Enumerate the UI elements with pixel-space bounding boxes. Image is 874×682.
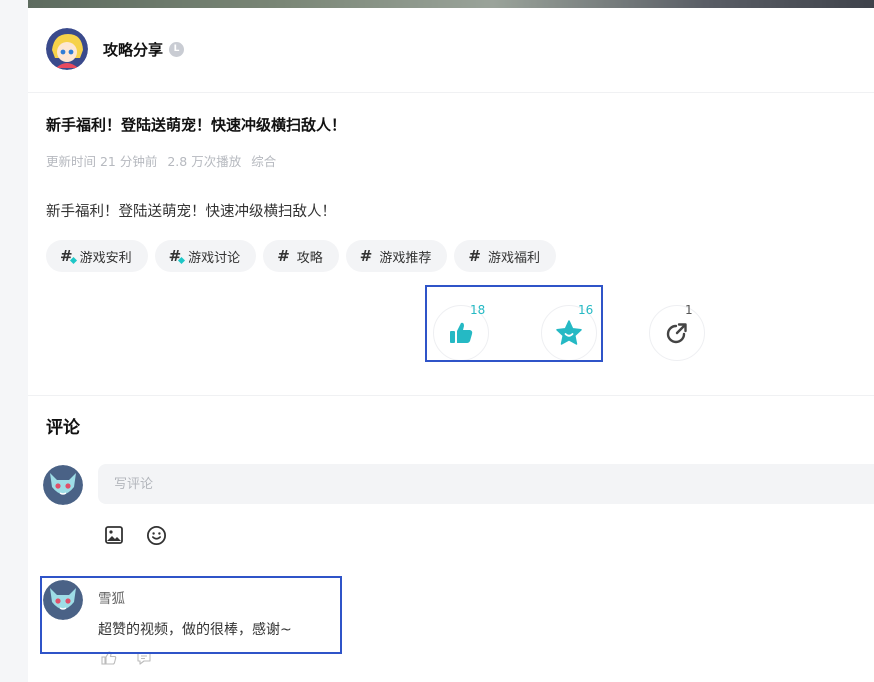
author-name[interactable]: 攻略分享: [103, 39, 163, 60]
post-detail-page: 攻略分享 L 新手福利！登陆送萌宠！快速冲级横扫敌人！ 更新时间 21 分钟前 …: [28, 0, 874, 682]
hash-sparkle-icon: #: [60, 247, 73, 265]
highlight-box: [40, 576, 342, 654]
hash-sparkle-icon: #: [168, 247, 182, 265]
tag-list: # 游戏安利 # 游戏讨论 # 攻略 # 游戏推荐 # 游戏福利: [46, 240, 563, 272]
post-meta: 更新时间 21 分钟前 2.8 万次播放 综合: [46, 151, 282, 170]
hash-icon: #: [277, 247, 290, 265]
current-user-avatar[interactable]: [43, 465, 83, 505]
divider: [28, 92, 874, 93]
tag-label: 攻略: [296, 250, 323, 266]
tag-label: 游戏安利: [79, 250, 132, 266]
highlight-box: [425, 285, 603, 362]
share-icon: [666, 323, 687, 344]
image-button[interactable]: [103, 524, 125, 546]
post-description: 新手福利！登陆送萌宠！快速冲级横扫敌人！: [46, 204, 336, 220]
author-avatar[interactable]: [46, 28, 88, 70]
emoji-icon: [146, 525, 166, 545]
image-icon: [105, 526, 123, 544]
cover-image-strip: [28, 0, 874, 8]
level-badge: L: [169, 41, 185, 57]
share-count: 1: [685, 303, 693, 317]
play-count: 2.8 万次播放: [167, 154, 242, 169]
author-row[interactable]: 攻略分享 L: [46, 28, 185, 70]
comments-title: 评论: [46, 418, 80, 438]
tag-chip[interactable]: # 游戏讨论: [154, 240, 257, 272]
share-button[interactable]: [649, 305, 705, 361]
update-time: 更新时间 21 分钟前: [46, 154, 158, 169]
post-title: 新手福利！登陆送萌宠！快速冲级横扫敌人！: [46, 116, 347, 134]
post-category[interactable]: 综合: [251, 154, 276, 169]
hash-icon: #: [468, 247, 481, 265]
tag-label: 游戏推荐: [379, 250, 432, 266]
hash-icon: #: [359, 247, 373, 265]
tag-chip[interactable]: # 游戏福利: [454, 240, 556, 272]
tag-chip[interactable]: # 攻略: [263, 240, 339, 272]
emoji-button[interactable]: [145, 524, 167, 546]
tag-label: 游戏福利: [487, 250, 540, 266]
tag-label: 游戏讨论: [188, 250, 241, 266]
comment-input[interactable]: [98, 464, 874, 504]
tag-chip[interactable]: # 游戏安利: [46, 240, 148, 272]
tag-chip[interactable]: # 游戏推荐: [345, 240, 448, 272]
divider: [28, 395, 874, 396]
